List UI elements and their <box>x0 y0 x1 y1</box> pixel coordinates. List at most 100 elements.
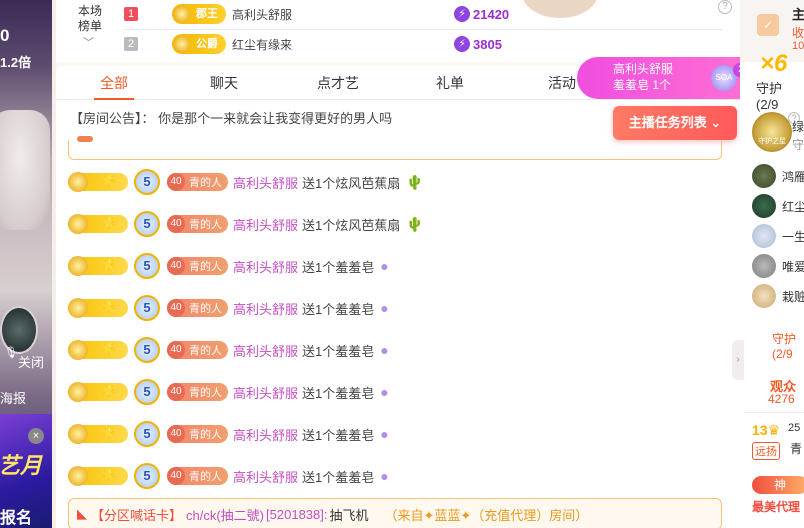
guard-name: 唯爱 <box>782 259 804 274</box>
rank-label-line2: 榜单 <box>78 19 103 33</box>
guard-item[interactable]: 栽赃 <box>752 284 804 308</box>
noble-badge: 郡王 <box>172 4 226 24</box>
room-notice-text: 你是那个一来就会让我变得更好的男人吗 <box>158 111 393 126</box>
guard-item[interactable]: 鸿雁 <box>752 164 804 188</box>
message-text: 送1个羞羞皂 <box>302 259 375 275</box>
level-badge: 5 <box>134 463 160 489</box>
fan-level: 40 <box>167 341 185 359</box>
gift-popup[interactable]: 高利头舒服 羞羞皂 1个 SOA 2 <box>577 57 749 99</box>
fan-level: 40 <box>167 299 185 317</box>
level-badge: 5 <box>134 211 160 237</box>
soap-gift-icon: ● <box>380 300 389 316</box>
guard-item[interactable]: 一生 <box>752 224 804 248</box>
message-user[interactable]: 高利头舒服 <box>233 467 298 486</box>
crown-icon: ♛ <box>767 422 781 438</box>
vip-badge <box>68 340 128 360</box>
fan-level: 40 <box>167 467 185 485</box>
shout-user[interactable]: ch/ck(抽二號) <box>186 505 264 524</box>
help-icon[interactable]: ? <box>718 0 732 14</box>
lightning-icon: ⚡ <box>454 6 470 22</box>
poster-button[interactable]: 海报 <box>0 388 26 407</box>
calendar-icon[interactable]: ✓ <box>757 14 779 36</box>
rank-row[interactable]: 1 郡王 高利头舒服 ⚡ 21420 <box>124 0 714 28</box>
guard-link[interactable]: 守护(2/9 <box>772 330 804 361</box>
tab-talent[interactable]: 点才艺 <box>308 66 368 100</box>
message-user[interactable]: 高利头舒服 <box>233 299 298 318</box>
message-text: 送1个羞羞皂 <box>302 385 375 401</box>
mic-icon[interactable]: 🎙 <box>4 346 18 359</box>
avatar <box>752 254 776 278</box>
shout-from[interactable]: （来自✦蓝蓝✦（充值代理）房间） <box>385 505 589 524</box>
streamer-task-list-button[interactable]: 主播任务列表 ⌄ <box>613 106 737 140</box>
rank-user-name[interactable]: 高利头舒服 <box>232 6 454 23</box>
rank-score: ⚡ 21420 <box>454 6 509 22</box>
chevron-right-icon[interactable]: › <box>732 340 744 380</box>
task-button-label: 主播任务列表 <box>628 115 707 130</box>
vip-badge <box>68 424 128 444</box>
shout-uid: [5201838]: <box>266 506 328 522</box>
rank-row[interactable]: 2 公爵 红尘有缘来 ⚡ 3805 <box>124 30 714 58</box>
shout-card[interactable]: ◣ 【分区喊话卡】 ch/ck(抽二號) [5201838]: 抽飞机 （来自✦… <box>68 498 722 528</box>
user-name-fragment[interactable]: 青 <box>790 440 802 457</box>
fan-badge: 40 青的人 <box>167 299 228 317</box>
message-user[interactable]: 高利头舒服 <box>233 383 298 402</box>
fan-badge: 40 青的人 <box>167 341 228 359</box>
level-badge: 5 <box>134 253 160 279</box>
user-level-num: 25 <box>788 422 801 434</box>
close-icon[interactable]: × <box>28 428 44 444</box>
best-agent-label[interactable]: 最美代理 <box>752 498 800 515</box>
vip-badge <box>68 382 128 402</box>
gift-message-row: 5 40 青的人 高利头舒服 送1个羞羞皂 ● <box>68 294 722 322</box>
fan-gift-icon: 🌵 <box>406 215 424 232</box>
shout-message: 抽飞机 <box>329 507 369 523</box>
gift-message-row: 5 40 青的人 高利头舒服 送1个羞羞皂 ● <box>68 462 722 490</box>
signup-button[interactable]: 报名 <box>0 504 32 528</box>
message-user[interactable]: 高利头舒服 <box>233 257 298 276</box>
rank-user-name[interactable]: 红尘有缘来 <box>232 36 454 53</box>
room-notice: 【房间公告】： 你是那个一来就会让我变得更好的男人吗 <box>70 108 392 127</box>
tab-all[interactable]: 全部 <box>84 66 144 100</box>
rank-number: 1 <box>124 7 138 21</box>
guard-tab[interactable]: 守护(2/9 <box>756 78 804 112</box>
level-badge: 5 <box>134 379 160 405</box>
message-user[interactable]: 高利头舒服 <box>233 215 298 234</box>
gift-message-row: 5 40 青的人 高利头舒服 送1个炫风芭蕉扇 🌵 <box>68 210 722 238</box>
message-user[interactable]: 高利头舒服 <box>233 173 298 192</box>
guard-line-2: 守 <box>792 138 804 152</box>
guard-item[interactable]: 唯爱 <box>752 254 804 278</box>
fan-name: 青的人 <box>189 345 222 357</box>
close-mic-label[interactable]: 关闭 <box>18 352 44 371</box>
fan-level: 40 <box>167 425 185 443</box>
fan-badge: 40 青的人 <box>167 425 228 443</box>
fan-badge: 40 青的人 <box>167 215 228 233</box>
guard-star-badge[interactable]: 守护之星 <box>752 112 792 152</box>
soap-gift-icon: ● <box>380 258 389 274</box>
gift-message-row: 5 40 青的人 高利头舒服 送1个羞羞皂 ● <box>68 420 722 448</box>
right-title: 主 <box>792 7 804 22</box>
vip-badge <box>68 172 128 192</box>
tab-chat[interactable]: 聊天 <box>194 66 254 100</box>
vip-badge <box>68 298 128 318</box>
chevron-down-icon[interactable]: ﹀ <box>83 34 94 50</box>
rank-score-value: 21420 <box>473 6 510 22</box>
user-level: 13♛ <box>752 422 780 439</box>
guard-item[interactable]: 红尘 <box>752 194 804 218</box>
avatar <box>752 284 776 308</box>
gift-message-row: 5 40 青的人 高利头舒服 送1个羞羞皂 ● <box>68 378 722 406</box>
soap-gift-icon: ● <box>380 426 389 442</box>
gift-popup-gift: 羞羞皂 <box>613 78 650 92</box>
level-badge: 5 <box>134 295 160 321</box>
tab-gift-list[interactable]: 礼单 <box>420 66 480 100</box>
room-notice-prefix: 【房间公告】： <box>70 111 155 126</box>
guard-name: 鸿雁 <box>782 169 804 184</box>
soap-gift-icon: ● <box>380 342 389 358</box>
preview-rate: 1.2倍 <box>0 55 32 70</box>
guard-name: 一生 <box>782 229 804 244</box>
message-user[interactable]: 高利头舒服 <box>233 425 298 444</box>
message-user[interactable]: 高利头舒服 <box>233 341 298 360</box>
gift-message-row: 5 40 青的人 高利头舒服 送1个炫风芭蕉扇 🌵 <box>68 168 722 196</box>
fan-badge: 40 青的人 <box>167 467 228 485</box>
fan-gift-icon: 🌵 <box>406 173 424 190</box>
guard-line-1: 绿 <box>792 120 804 134</box>
gift-popup-count: 1个 <box>652 78 672 92</box>
